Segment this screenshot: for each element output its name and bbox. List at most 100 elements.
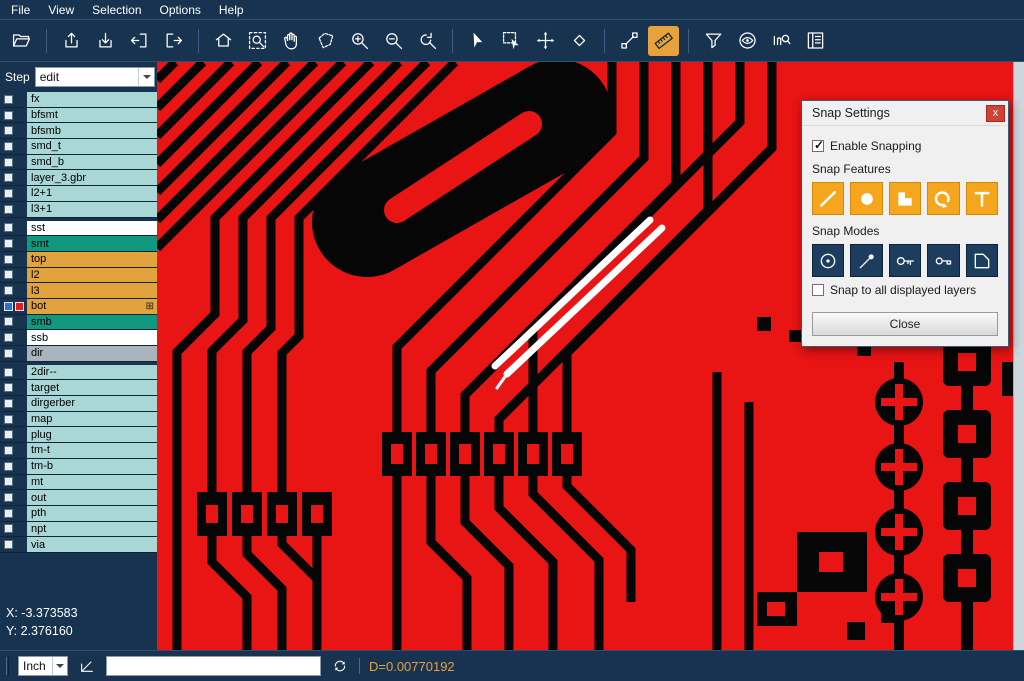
layer-checkbox[interactable] [4,446,13,455]
polygon-select-button[interactable] [310,26,341,56]
select-arrow-button[interactable] [462,26,493,56]
snap-text-button[interactable] [966,182,998,215]
layer-checkbox[interactable] [4,383,13,392]
open-file-button[interactable] [6,26,37,56]
transform-button[interactable] [530,26,561,56]
layer-checkbox[interactable] [4,189,13,198]
pan-button[interactable] [276,26,307,56]
layer-checkbox[interactable] [4,430,13,439]
layer-row-smd_b[interactable]: smd_b [0,155,157,171]
layer-label[interactable]: fx [27,92,157,107]
layer-row-sst[interactable]: sst [0,221,157,237]
layer-checkbox[interactable] [4,158,13,167]
layer-row-l2[interactable]: l2 [0,268,157,284]
layer-checkbox[interactable] [4,286,13,295]
layer-checkbox[interactable] [4,540,13,549]
next-step-button[interactable] [158,26,189,56]
layer-row-target[interactable]: target [0,380,157,396]
layer-label[interactable]: out [27,490,157,505]
layer-label[interactable]: plug [27,427,157,442]
layer-checkbox[interactable] [4,111,13,120]
layer-label[interactable]: bot⊞ [27,299,157,314]
text-search-button[interactable] [766,26,797,56]
layer-checkbox[interactable] [4,477,13,486]
layer-row-dir[interactable]: dir [0,346,157,362]
report-button[interactable] [800,26,831,56]
snap-surface-button[interactable] [889,182,921,215]
active-layer-indicator[interactable] [4,302,13,311]
layer-checkbox[interactable] [4,493,13,502]
layer-row-map[interactable]: map [0,412,157,428]
unit-combobox[interactable]: Inch [18,656,68,676]
view-filter-button[interactable] [732,26,763,56]
measure-ruler-button[interactable] [648,26,679,56]
command-input[interactable] [106,656,321,676]
layer-row-via[interactable]: via [0,537,157,553]
layer-checkbox[interactable] [4,524,13,533]
measure-point-button[interactable] [564,26,595,56]
layer-row-layer_3.gbr[interactable]: layer_3.gbr [0,170,157,186]
layer-label[interactable]: sst [27,221,157,236]
layer-label[interactable]: ssb [27,330,157,345]
all-layers-row[interactable]: Snap to all displayed layers [812,283,998,297]
layer-label[interactable]: via [27,537,157,552]
zoom-out-button[interactable] [378,26,409,56]
refresh-icon[interactable] [330,656,350,676]
layer-checkbox[interactable] [4,415,13,424]
select-window-button[interactable] [496,26,527,56]
line-tool-button[interactable] [614,26,645,56]
layer-checkbox[interactable] [4,317,13,326]
export-job-button[interactable] [90,26,121,56]
snap-key-button[interactable] [889,244,921,277]
layer-row-bfsmt[interactable]: bfsmt [0,108,157,124]
layer-row-bfsmb[interactable]: bfsmb [0,123,157,139]
layer-label[interactable]: dirgerber [27,396,157,411]
layer-row-npt[interactable]: npt [0,522,157,538]
layer-label[interactable]: l2+1 [27,186,157,201]
all-layers-checkbox[interactable] [812,284,824,296]
layer-label[interactable]: tm-b [27,459,157,474]
enable-snapping-checkbox[interactable] [812,140,824,152]
layer-row-tm-b[interactable]: tm-b [0,459,157,475]
layer-row-tm-t[interactable]: tm-t [0,443,157,459]
layer-label[interactable]: map [27,412,157,427]
zoom-redraw-button[interactable] [412,26,443,56]
layer-label[interactable]: target [27,380,157,395]
layer-row-pth[interactable]: pth [0,506,157,522]
snap-arc-button[interactable] [927,182,959,215]
zoom-home-button[interactable] [208,26,239,56]
layer-label[interactable]: layer_3.gbr [27,170,157,185]
layer-checkbox[interactable] [4,142,13,151]
layer-row-mt[interactable]: mt [0,475,157,491]
layer-row-out[interactable]: out [0,490,157,506]
snap-line-button[interactable] [812,182,844,215]
menu-view[interactable]: View [39,2,83,18]
layer-checkbox[interactable] [4,255,13,264]
layer-row-plug[interactable]: plug [0,427,157,443]
layer-label[interactable]: top [27,252,157,267]
layer-label[interactable]: mt [27,475,157,490]
close-button[interactable]: Close [812,312,998,336]
layer-row-dirgerber[interactable]: dirgerber [0,396,157,412]
chevron-down-icon[interactable] [138,68,154,86]
filter-button[interactable] [698,26,729,56]
snap-slot-button[interactable] [927,244,959,277]
layer-checkbox[interactable] [4,95,13,104]
layer-checkbox[interactable] [4,173,13,182]
layer-label[interactable]: tm-t [27,443,157,458]
layer-checkbox[interactable] [4,333,13,342]
zoom-window-button[interactable] [242,26,273,56]
layer-checkbox[interactable] [4,223,13,232]
menu-file[interactable]: File [2,2,39,18]
layer-checkbox[interactable] [4,239,13,248]
layer-label[interactable]: 2dir-- [27,365,157,380]
layer-label[interactable]: dir [27,346,157,361]
layer-checkbox[interactable] [4,462,13,471]
layer-checkbox[interactable] [4,270,13,279]
layer-checkbox[interactable] [4,399,13,408]
layer-row-l3+1[interactable]: l3+1 [0,202,157,218]
layer-label[interactable]: smd_t [27,139,157,154]
step-combobox[interactable]: edit [35,67,155,87]
close-icon[interactable]: x [986,105,1005,122]
layer-label[interactable]: smb [27,315,157,330]
